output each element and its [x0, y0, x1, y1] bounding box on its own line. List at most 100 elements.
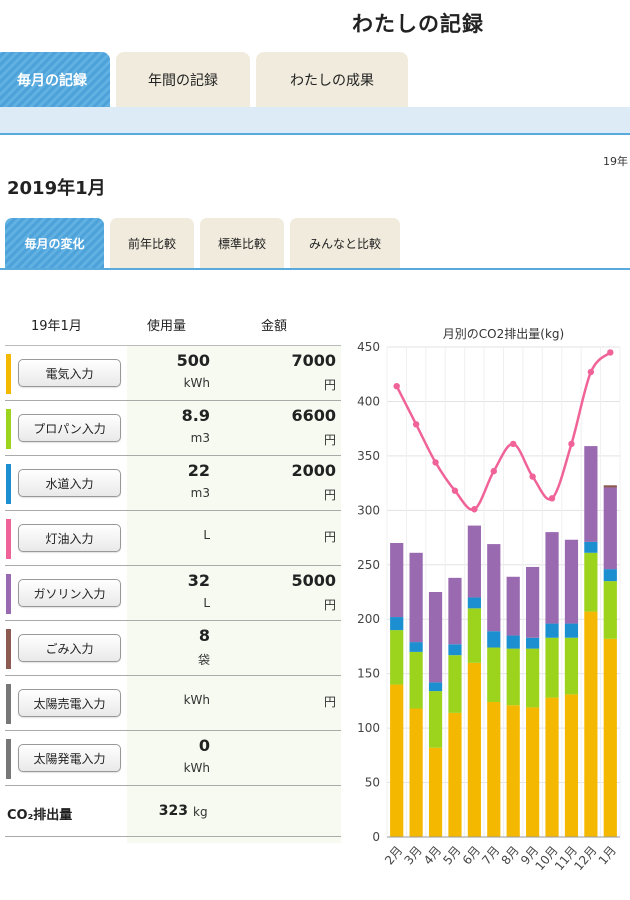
- trend-point: [393, 383, 400, 390]
- amount-value: 6600: [291, 406, 336, 425]
- electricity-input-button[interactable]: 電気入力: [18, 359, 121, 387]
- y-tick-label: 450: [357, 340, 380, 354]
- page-title: わたしの記録: [352, 12, 484, 36]
- bar-segment-gasoline: [603, 487, 617, 570]
- bar-segment-gasoline: [448, 577, 462, 645]
- propane-input-button[interactable]: プロパン入力: [18, 414, 121, 442]
- usage-value: 32: [187, 571, 210, 590]
- co2-row: CO₂排出量 323 kg: [5, 786, 341, 837]
- subtab-everyone[interactable]: みんなと比較: [290, 218, 400, 268]
- bar-segment-water: [390, 617, 404, 631]
- bar-segment-water: [487, 631, 501, 648]
- color-bar: [6, 409, 11, 449]
- month-title: 2019年1月: [7, 178, 106, 199]
- usage-unit: L: [203, 596, 210, 610]
- trend-point: [451, 487, 459, 494]
- gasoline-input-button[interactable]: ガソリン入力: [18, 579, 121, 607]
- usage-value: 8.9: [181, 406, 210, 425]
- bar-segment-gasoline: [409, 552, 423, 643]
- garbage-input-button[interactable]: ごみ入力: [18, 634, 121, 662]
- usage-unit: kWh: [183, 376, 210, 390]
- bar-segment-water: [467, 597, 481, 609]
- trend-point: [529, 473, 536, 480]
- water-input-button[interactable]: 水道入力: [18, 469, 121, 497]
- bar-segment-propane: [545, 637, 559, 698]
- usage-table: 19年1月 使用量 金額 電気入力 500 kWh 7000 円 プロパン入力 …: [5, 300, 341, 843]
- bar-segment-propane: [603, 581, 617, 639]
- y-tick-label: 350: [357, 449, 380, 463]
- bar-segment-propane: [564, 637, 579, 695]
- trend-point: [412, 421, 420, 428]
- bar-segment-water: [564, 623, 579, 638]
- tab-monthly-record[interactable]: 毎月の記録: [0, 52, 110, 107]
- co2-chart: 月別のCO2排出量(kg) 0 50 100 150 200 250 300 350 400 450…: [342, 315, 630, 900]
- amount-unit: 円: [323, 598, 336, 612]
- kerosene-input-button[interactable]: 灯油入力: [18, 524, 121, 552]
- tab-my-results[interactable]: わたしの成果: [256, 52, 408, 107]
- bar-segment-propane: [506, 648, 520, 706]
- trend-point: [587, 368, 595, 376]
- row-solar-generation: 太陽発電入力 0 kWh: [5, 731, 341, 786]
- subtab-monthly-change[interactable]: 毎月の変化: [5, 218, 104, 268]
- amount-value: 7000: [291, 351, 336, 370]
- y-tick-label: 200: [357, 612, 380, 626]
- table-header: 19年1月 使用量 金額: [5, 300, 341, 346]
- color-bar: [6, 354, 11, 394]
- bar-segment-gasoline: [467, 525, 481, 598]
- usage-unit: kWh: [183, 761, 210, 775]
- usage-value: 22: [187, 461, 210, 480]
- subtab-prev-year[interactable]: 前年比較: [110, 218, 194, 268]
- bar-segment-water: [584, 541, 598, 553]
- co2-label: CO₂排出量: [7, 808, 73, 823]
- color-bar: [6, 684, 11, 724]
- usage-value: 500: [176, 351, 210, 370]
- color-bar: [6, 739, 11, 779]
- color-bar: [6, 629, 11, 669]
- trend-point: [471, 506, 478, 513]
- trend-point: [490, 467, 497, 475]
- bar-segment-water: [545, 623, 559, 638]
- row-electricity: 電気入力 500 kWh 7000 円: [5, 346, 341, 401]
- bar-segment-electricity: [409, 708, 423, 837]
- amount-unit: 円: [323, 695, 336, 709]
- amount-unit: 円: [323, 378, 336, 392]
- bar-segment-water: [428, 682, 443, 692]
- x-tick-label: 1月: [596, 843, 619, 867]
- row-water: 水道入力 22 m3 2000 円: [5, 456, 341, 511]
- sub-tabs: 毎月の変化 前年比較 標準比較 みんなと比較: [0, 218, 630, 270]
- row-kerosene: 灯油入力 L 円: [5, 511, 341, 566]
- usage-value: 0: [198, 736, 210, 755]
- bar-segment-water: [448, 644, 462, 656]
- trend-point: [568, 440, 575, 448]
- subtab-standard[interactable]: 標準比較: [200, 218, 284, 268]
- y-tick-label: 300: [357, 503, 380, 517]
- amount-value: 2000: [291, 461, 336, 480]
- x-tick-label: 6月: [460, 843, 483, 867]
- bar-segment-gasoline: [584, 446, 598, 542]
- bar-segment-propane: [526, 648, 540, 708]
- y-tick-label: 100: [357, 721, 380, 735]
- header-month: 19年1月: [31, 319, 82, 334]
- co2-chart-svg: 月別のCO2排出量(kg) 0 50 100 150 200 250 300 350 400 450…: [357, 327, 621, 873]
- y-tick-label: 400: [357, 394, 380, 408]
- row-solar-sale: 太陽売電入力 kWh 円: [5, 676, 341, 731]
- bar-segment-water: [506, 635, 520, 649]
- bar-segment-electricity: [487, 701, 501, 837]
- y-tick-label: 250: [357, 558, 380, 572]
- solar-generation-input-button[interactable]: 太陽発電入力: [18, 744, 121, 772]
- row-propane: プロパン入力 8.9 m3 6600 円: [5, 401, 341, 456]
- x-tick-label: 5月: [440, 843, 463, 867]
- main-tabs: 毎月の記録 年間の記録 わたしの成果: [0, 52, 630, 107]
- x-tick-label: 8月: [499, 843, 522, 867]
- co2-value: 323: [158, 803, 188, 819]
- y-tick-label: 150: [357, 667, 380, 681]
- bar-segment-gasoline: [428, 592, 443, 683]
- color-bar: [6, 464, 11, 504]
- solar-sale-input-button[interactable]: 太陽売電入力: [18, 689, 121, 717]
- bar-segment-electricity: [545, 697, 559, 837]
- bar-segment-electricity: [390, 684, 404, 837]
- tab-annual-record[interactable]: 年間の記録: [116, 52, 250, 107]
- usage-unit: m3: [190, 431, 210, 445]
- bar-segment-electricity: [428, 747, 443, 837]
- bar-segment-electricity: [564, 694, 579, 837]
